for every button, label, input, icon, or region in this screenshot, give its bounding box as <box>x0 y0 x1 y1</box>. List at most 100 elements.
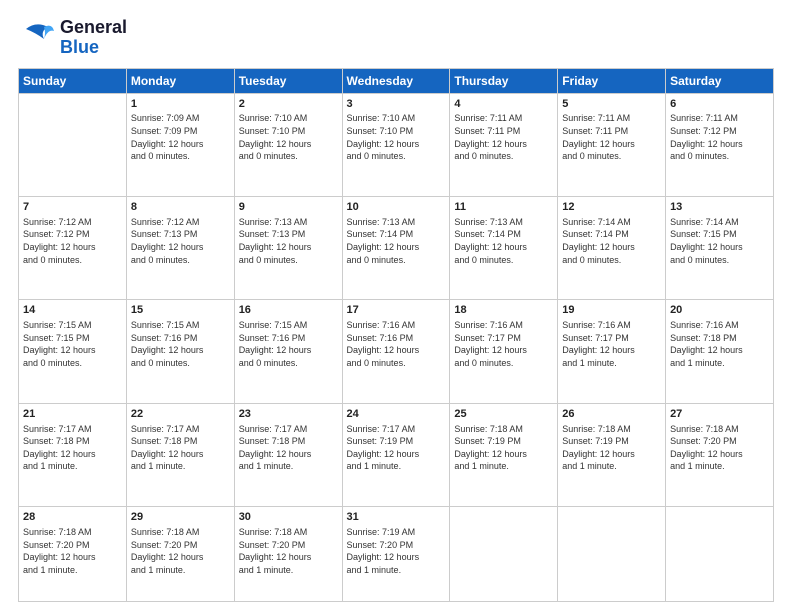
day-number: 25 <box>454 407 553 422</box>
day-info-text: Daylight: 12 hours <box>347 241 446 254</box>
day-cell: 7Sunrise: 7:12 AMSunset: 7:12 PMDaylight… <box>19 197 127 300</box>
day-info-text: Sunset: 7:11 PM <box>454 125 553 138</box>
day-info-text: Daylight: 12 hours <box>239 241 338 254</box>
day-cell: 5Sunrise: 7:11 AMSunset: 7:11 PMDaylight… <box>558 93 666 196</box>
day-info-text: and 1 minute. <box>347 564 446 577</box>
day-info-text: and 0 minutes. <box>670 150 769 163</box>
day-cell: 2Sunrise: 7:10 AMSunset: 7:10 PMDaylight… <box>234 93 342 196</box>
day-cell: 4Sunrise: 7:11 AMSunset: 7:11 PMDaylight… <box>450 93 558 196</box>
day-info-text: Sunset: 7:19 PM <box>347 435 446 448</box>
day-info-text: Daylight: 12 hours <box>670 448 769 461</box>
day-info-text: Daylight: 12 hours <box>347 448 446 461</box>
day-number: 15 <box>131 303 230 318</box>
day-info-text: and 0 minutes. <box>239 150 338 163</box>
col-header-monday: Monday <box>126 68 234 93</box>
day-info-text: Daylight: 12 hours <box>131 241 230 254</box>
header: General Blue <box>18 18 774 58</box>
day-info-text: Sunrise: 7:10 AM <box>239 112 338 125</box>
day-info-text: Daylight: 12 hours <box>23 344 122 357</box>
day-info-text: Daylight: 12 hours <box>454 241 553 254</box>
day-info-text: Sunrise: 7:19 AM <box>347 526 446 539</box>
day-info-text: Sunset: 7:13 PM <box>131 228 230 241</box>
day-info-text: Sunrise: 7:15 AM <box>23 319 122 332</box>
day-info-text: Sunset: 7:09 PM <box>131 125 230 138</box>
day-number: 20 <box>670 303 769 318</box>
day-cell <box>558 507 666 602</box>
day-info-text: and 1 minute. <box>562 357 661 370</box>
day-number: 16 <box>239 303 338 318</box>
day-cell: 28Sunrise: 7:18 AMSunset: 7:20 PMDayligh… <box>19 507 127 602</box>
day-number: 9 <box>239 200 338 215</box>
day-info-text: Sunrise: 7:16 AM <box>670 319 769 332</box>
day-number: 22 <box>131 407 230 422</box>
day-number: 18 <box>454 303 553 318</box>
day-info-text: Sunrise: 7:17 AM <box>23 423 122 436</box>
logo-general: General <box>60 18 127 38</box>
day-info-text: Sunset: 7:20 PM <box>347 539 446 552</box>
day-info-text: Sunrise: 7:12 AM <box>131 216 230 229</box>
day-info-text: Sunset: 7:14 PM <box>562 228 661 241</box>
logo: General Blue <box>18 18 127 58</box>
day-info-text: and 0 minutes. <box>670 254 769 267</box>
day-info-text: and 0 minutes. <box>454 357 553 370</box>
day-cell: 1Sunrise: 7:09 AMSunset: 7:09 PMDaylight… <box>126 93 234 196</box>
col-header-wednesday: Wednesday <box>342 68 450 93</box>
day-cell <box>450 507 558 602</box>
day-number: 1 <box>131 97 230 112</box>
day-cell: 3Sunrise: 7:10 AMSunset: 7:10 PMDaylight… <box>342 93 450 196</box>
day-number: 8 <box>131 200 230 215</box>
day-number: 2 <box>239 97 338 112</box>
day-info-text: Sunrise: 7:14 AM <box>670 216 769 229</box>
day-cell: 26Sunrise: 7:18 AMSunset: 7:19 PMDayligh… <box>558 403 666 506</box>
day-cell: 13Sunrise: 7:14 AMSunset: 7:15 PMDayligh… <box>666 197 774 300</box>
day-cell: 24Sunrise: 7:17 AMSunset: 7:19 PMDayligh… <box>342 403 450 506</box>
col-header-saturday: Saturday <box>666 68 774 93</box>
day-info-text: and 1 minute. <box>454 460 553 473</box>
day-number: 19 <box>562 303 661 318</box>
col-header-sunday: Sunday <box>19 68 127 93</box>
day-info-text: and 1 minute. <box>23 460 122 473</box>
day-info-text: Sunset: 7:16 PM <box>239 332 338 345</box>
day-number: 28 <box>23 510 122 525</box>
day-info-text: Sunset: 7:14 PM <box>454 228 553 241</box>
day-info-text: Sunset: 7:17 PM <box>454 332 553 345</box>
day-info-text: Sunset: 7:20 PM <box>670 435 769 448</box>
day-info-text: Daylight: 12 hours <box>670 138 769 151</box>
day-info-text: Sunset: 7:15 PM <box>670 228 769 241</box>
day-info-text: Sunset: 7:14 PM <box>347 228 446 241</box>
day-info-text: Sunset: 7:18 PM <box>670 332 769 345</box>
day-info-text: Sunrise: 7:16 AM <box>562 319 661 332</box>
page: General Blue SundayMondayTuesdayWednesda… <box>0 0 792 612</box>
day-info-text: and 0 minutes. <box>347 254 446 267</box>
day-info-text: Sunrise: 7:11 AM <box>562 112 661 125</box>
day-info-text: Daylight: 12 hours <box>239 344 338 357</box>
day-info-text: and 1 minute. <box>347 460 446 473</box>
day-cell: 9Sunrise: 7:13 AMSunset: 7:13 PMDaylight… <box>234 197 342 300</box>
week-row-2: 14Sunrise: 7:15 AMSunset: 7:15 PMDayligh… <box>19 300 774 403</box>
day-info-text: Sunset: 7:12 PM <box>670 125 769 138</box>
day-number: 29 <box>131 510 230 525</box>
day-info-text: Sunrise: 7:10 AM <box>347 112 446 125</box>
day-info-text: Sunset: 7:18 PM <box>23 435 122 448</box>
day-info-text: and 0 minutes. <box>23 254 122 267</box>
day-info-text: Daylight: 12 hours <box>23 241 122 254</box>
day-info-text: Daylight: 12 hours <box>23 448 122 461</box>
day-info-text: Sunrise: 7:16 AM <box>454 319 553 332</box>
day-info-text: Sunrise: 7:18 AM <box>562 423 661 436</box>
day-info-text: Sunrise: 7:16 AM <box>347 319 446 332</box>
logo-blue: Blue <box>60 38 127 58</box>
day-info-text: and 0 minutes. <box>454 254 553 267</box>
day-cell: 12Sunrise: 7:14 AMSunset: 7:14 PMDayligh… <box>558 197 666 300</box>
day-info-text: Daylight: 12 hours <box>239 551 338 564</box>
col-header-thursday: Thursday <box>450 68 558 93</box>
day-info-text: Daylight: 12 hours <box>131 344 230 357</box>
day-info-text: and 0 minutes. <box>131 254 230 267</box>
day-cell: 21Sunrise: 7:17 AMSunset: 7:18 PMDayligh… <box>19 403 127 506</box>
day-number: 10 <box>347 200 446 215</box>
day-number: 5 <box>562 97 661 112</box>
day-info-text: Sunset: 7:20 PM <box>239 539 338 552</box>
day-info-text: Sunset: 7:17 PM <box>562 332 661 345</box>
day-info-text: Sunrise: 7:17 AM <box>347 423 446 436</box>
day-number: 24 <box>347 407 446 422</box>
week-row-4: 28Sunrise: 7:18 AMSunset: 7:20 PMDayligh… <box>19 507 774 602</box>
